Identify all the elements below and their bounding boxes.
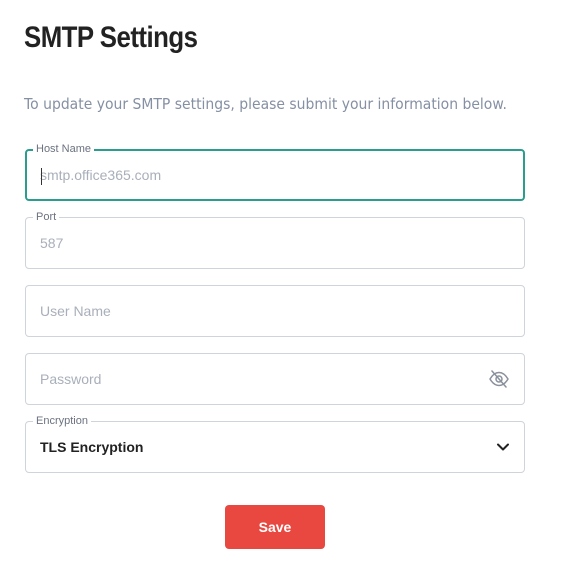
save-button[interactable]: Save [225,505,325,549]
port-field[interactable]: Port [25,210,525,269]
page-title: SMTP Settings [24,21,198,54]
chevron-down-icon [497,443,509,451]
encryption-select[interactable]: Encryption TLS Encryption [25,414,525,473]
page-subtitle: To update your SMTP settings, please sub… [24,95,507,113]
host-name-field[interactable]: Host Name [25,142,525,201]
encryption-selected-value: TLS Encryption [40,439,144,455]
user-name-input[interactable] [40,286,480,336]
eye-slash-icon[interactable] [488,369,510,389]
user-name-field[interactable] [25,285,525,337]
text-caret [41,168,42,185]
password-field[interactable] [25,353,525,405]
password-input[interactable] [40,354,480,404]
host-name-input[interactable] [40,151,479,199]
port-input[interactable] [40,218,480,268]
